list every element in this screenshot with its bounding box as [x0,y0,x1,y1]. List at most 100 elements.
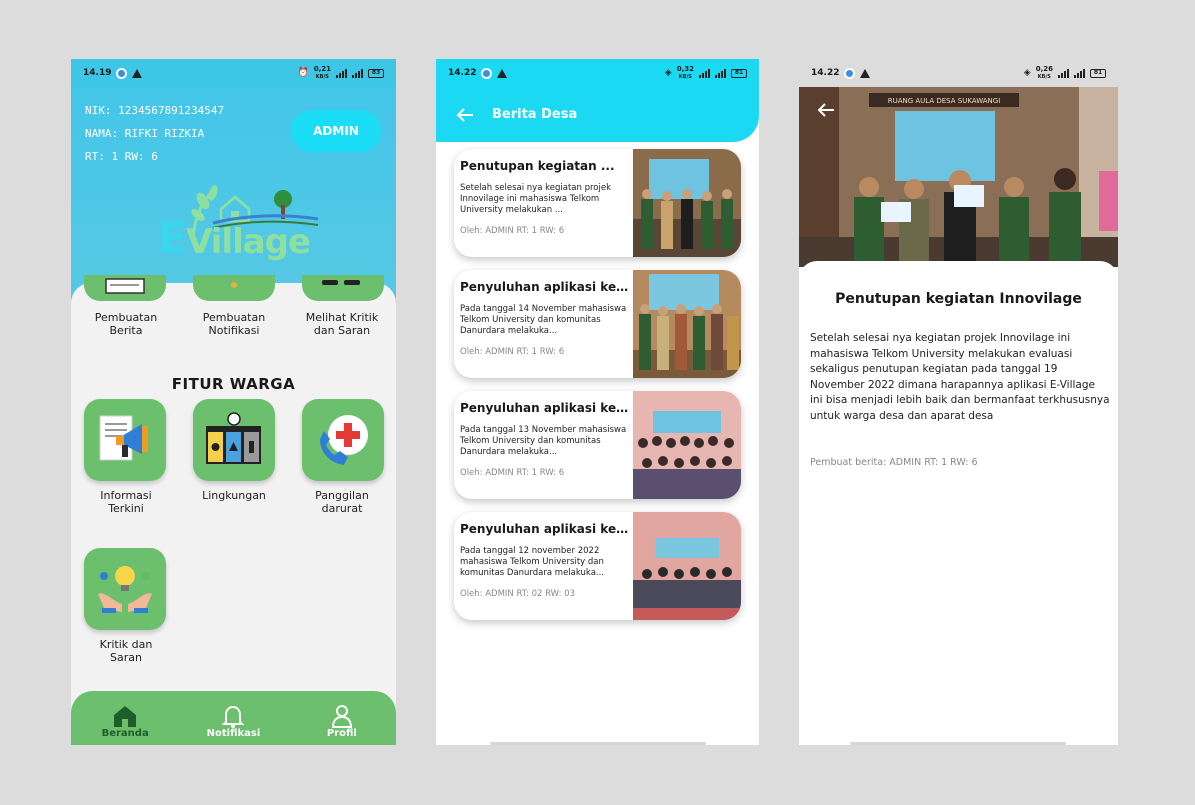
home-indicator [850,742,1066,745]
battery-icon: 81 [731,68,747,78]
battery-icon: 83 [368,68,384,78]
status-bar: 14.22 ◈ 0,32 KB/S 81 [436,59,759,87]
lingkungan-label: Lingkungan [202,489,266,502]
admin-feature-row [71,275,396,303]
news-card-meta: Oleh: ADMIN RT: 1 RW: 6 [460,468,565,478]
back-arrow-icon[interactable] [456,107,474,122]
network-speed: 0,32 KB/S [676,64,694,80]
news-icon [105,278,145,294]
news-author-meta: Pembuat berita: ADMIN RT: 1 RW: 6 [810,457,978,468]
wifi-icon: ◈ [1023,68,1031,78]
app-notification-icon [844,67,856,79]
news-thumbnail [633,149,741,257]
news-card-desc: Pada tanggal 14 November mahasiswa Telko… [460,304,627,336]
lightbulb-hands-icon [98,566,152,613]
admin-notif-label: Pembuatan Notifikasi [202,311,266,337]
section-title: FITUR WARGA [171,375,296,393]
news-card[interactable]: Penyuluhan aplikasi kepad... Pada tangga… [454,270,741,378]
news-thumbnail [633,270,741,378]
news-card-meta: Oleh: ADMIN RT: 02 RW: 03 [460,589,575,599]
photo-banner-text: RUANG AULA DESA SUKAWANGI [888,97,1001,105]
battery-icon: 81 [1090,68,1106,78]
back-arrow-icon[interactable] [817,103,835,117]
status-time: 14.19 [83,68,112,78]
nik-text: NIK: 1234567891234547 [85,104,225,117]
warning-icon [860,68,871,78]
panggilan-darurat-label: Panggilan darurat [315,489,369,515]
nav-notifikasi-label: Notifikasi [206,728,261,739]
trash-bins-icon [206,412,261,464]
nav-beranda-label: Beranda [101,728,149,739]
user-icon [331,705,352,728]
news-card-meta: Oleh: ADMIN RT: 1 RW: 6 [460,226,565,236]
kritik-saran-tile[interactable] [84,548,166,630]
news-card-desc: Setelah selesai nya kegiatan projek Inno… [460,183,611,215]
informasi-terkini-tile[interactable] [84,399,166,481]
news-card-desc: Pada tanggal 13 November mahasiswa Telko… [460,425,627,457]
news-card-title: Penyuluhan aplikasi kepad... [460,280,630,294]
wifi-icon: ◈ [664,68,672,78]
evillage-logo: EVillage [153,183,323,264]
network-speed: 0,26 KB/S [1035,64,1053,80]
nav-profil-label: Profil [326,728,357,739]
home-indicator [490,742,706,745]
news-photo: RUANG AULA DESA SUKAWANGI [799,87,1118,267]
signal-icon-2 [1074,68,1085,78]
feedback-view-icon [322,280,360,285]
emergency-call-icon [320,415,368,465]
warning-icon [132,68,143,78]
informasi-terkini-label: Informasi Terkini [100,489,152,515]
user-info: NIK: 1234567891234547 NAMA: RIFKI RIZKIA… [85,99,224,168]
news-card[interactable]: Penutupan kegiatan ... Setelah selesai n… [454,149,741,257]
admin-news-tile[interactable] [84,275,166,301]
bell-icon [222,705,245,728]
signal-icon [699,68,710,78]
home-screen: 14.19 ⏰ 0,21 KB/S 83 NIK: 123456789123454… [71,59,396,745]
admin-news-label: Pembuatan Berita [94,311,158,337]
panggilan-darurat-tile[interactable] [302,399,384,481]
admin-button[interactable]: ADMIN [291,110,381,152]
bottom-nav: Beranda Notifikasi Profil [71,691,396,745]
news-card-desc: Pada tanggal 12 november 2022 mahasiswa … [460,546,605,578]
rt-rw-text: RT: 1 RW: 6 [85,150,158,163]
admin-feedback-tile[interactable] [302,275,384,301]
nav-beranda[interactable]: Beranda [85,704,165,739]
status-bar: 14.22 ◈ 0,26 KB/S 81 [799,59,1118,87]
warning-icon [497,68,508,78]
status-bar: 14.19 ⏰ 0,21 KB/S 83 [71,59,396,87]
status-time: 14.22 [811,68,840,78]
app-notification-icon [116,67,128,79]
logo-text: EVillage [157,213,311,264]
news-card[interactable]: Penyuluhan aplikasi kepad... Pada tangga… [454,512,741,620]
network-speed: 0,21 KB/S [313,64,331,80]
news-card-title: Penyuluhan aplikasi kepad... [460,522,630,536]
page-title: Berita Desa [492,107,578,122]
admin-notif-tile[interactable] [193,275,275,301]
kritik-saran-label: Kritik dan Saran [99,638,153,664]
megaphone-icon [99,415,148,461]
signal-icon-2 [715,68,726,78]
news-card[interactable]: Penyuluhan aplikasi kepad... Pada tangga… [454,391,741,499]
signal-icon-2 [352,68,363,78]
news-thumbnail [633,391,741,499]
admin-feedback-label: Melihat Kritik dan Saran [305,311,379,337]
status-time: 14.22 [448,68,477,78]
nav-notifikasi[interactable]: Notifikasi [193,704,273,739]
notification-create-icon [231,282,237,288]
lingkungan-tile[interactable] [193,399,275,481]
app-notification-icon [481,67,493,79]
news-title: Penutupan kegiatan Innovilage [835,291,1082,307]
home-icon [114,706,137,727]
nav-profil[interactable]: Profil [302,704,382,739]
news-card-title: Penyuluhan aplikasi kepad... [460,401,630,415]
news-thumbnail [633,512,741,620]
signal-icon [1058,68,1069,78]
app-bar: Berita Desa [436,87,759,142]
news-card-meta: Oleh: ADMIN RT: 1 RW: 6 [460,347,565,357]
news-body: Setelah selesai nya kegiatan projek Inno… [810,332,1110,422]
news-detail-screen: 14.22 ◈ 0,26 KB/S 81 RUANG AULA DESA SUKA… [799,59,1118,745]
feature-panel: Pembuatan Berita Pembuatan Notifikasi Me… [71,275,396,703]
news-card-title: Penutupan kegiatan ... [460,159,615,173]
signal-icon [336,68,347,78]
news-detail-sheet: Penutupan kegiatan Innovilage Setelah se… [799,261,1118,745]
